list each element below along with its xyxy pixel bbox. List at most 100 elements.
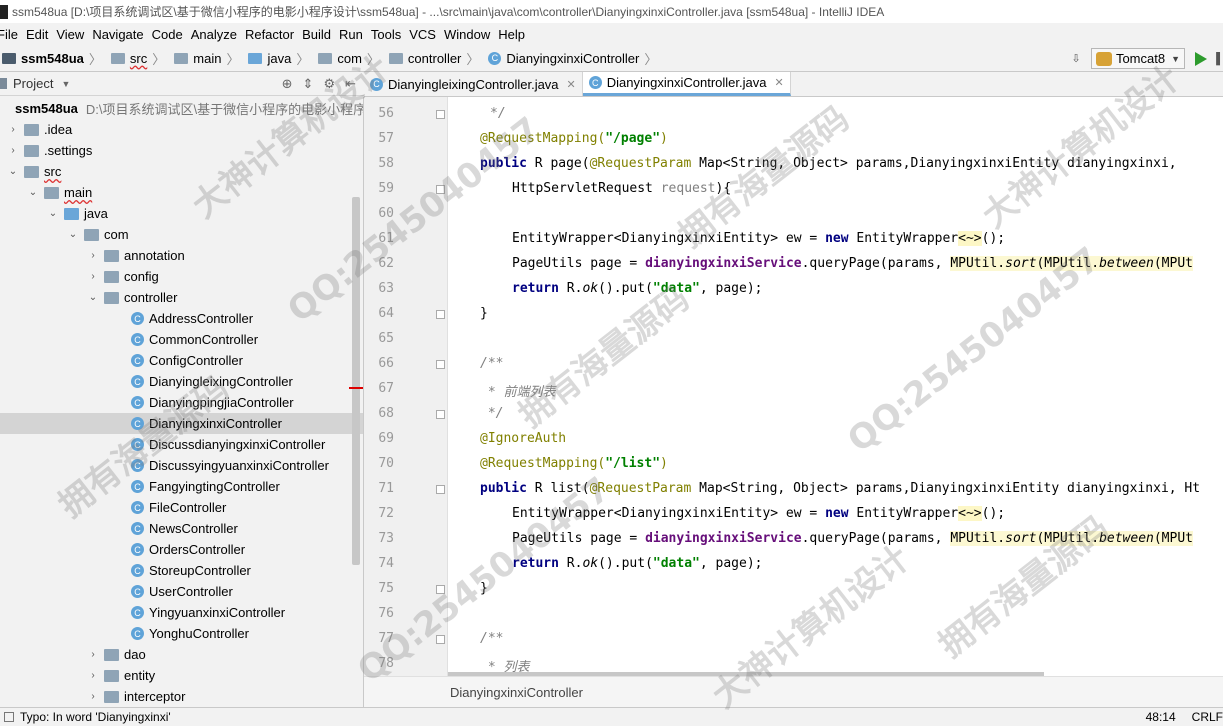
menu-edit[interactable]: Edit [22,27,52,42]
tab-dianyingleixing[interactable]: C DianyingleixingController.java ✕ [364,72,583,96]
menu-file[interactable]: File [0,27,22,42]
code-line: @RequestMapping("/list") [480,456,668,471]
breadcrumb-class[interactable]: C DianyingxinxiController 〉 [486,49,664,68]
tree-class-item[interactable]: C YonghuController [0,623,363,644]
menu-help[interactable]: Help [494,27,529,42]
menu-window[interactable]: Window [440,27,494,42]
breadcrumb-controller[interactable]: controller 〉 [387,49,486,68]
menu-run[interactable]: Run [335,27,367,42]
breadcrumb-src[interactable]: src 〉 [109,49,172,68]
class-icon: C [131,564,144,577]
tree-class-item[interactable]: C AddressController [0,308,363,329]
close-icon[interactable]: ✕ [567,78,576,91]
tree-class-item[interactable]: C DianyingpingjiaController [0,392,363,413]
class-icon: C [131,459,144,472]
class-icon: C [131,438,144,451]
debug-icon[interactable]: ▌ [1216,52,1223,66]
code-line: @IgnoreAuth [480,431,567,446]
menu-tools[interactable]: Tools [367,27,405,42]
tree-item-annotation[interactable]: › annotation [0,245,363,266]
package-icon [104,669,119,682]
tree-item-java[interactable]: ⌄ java [0,203,363,224]
tree-scrollbar[interactable] [352,197,360,565]
chevron-down-icon: ▼ [61,78,71,89]
code-line: public R list(@RequestParam Map<String, … [480,481,1201,496]
tree-class-item[interactable]: C CommonController [0,329,363,350]
code-editor[interactable]: 56 57 58 59 60 61 62 63 64 65 66 67 68 6… [364,97,1223,676]
tree-root[interactable]: ssm548ua D:\项目系统调试区\基于微信小程序的电影小程序设 [0,98,363,119]
class-icon: C [131,627,144,640]
editor-breadcrumb: DianyingxinxiController [364,676,1223,707]
folder-icon [44,186,59,199]
tree-item-dao[interactable]: › dao [0,644,363,665]
tree-item-src[interactable]: ⌄ src [0,161,363,182]
tree-class-item[interactable]: C ConfigController [0,350,363,371]
package-icon [388,52,403,64]
chevron-down-icon: ⌄ [88,292,98,303]
class-icon: C [131,312,144,325]
code-line: } [480,306,488,321]
tree-item-com[interactable]: ⌄ com [0,224,363,245]
tree-class-item[interactable]: C StoreupController [0,560,363,581]
breadcrumb-com[interactable]: com 〉 [316,49,387,68]
package-icon [104,249,119,262]
class-icon: C [131,501,144,514]
tree-item-main[interactable]: ⌄ main [0,182,363,203]
breadcrumb-main[interactable]: main 〉 [172,49,246,68]
line-separator[interactable]: CRLF [1192,710,1223,724]
class-icon: C [131,522,144,535]
project-tree: ssm548ua D:\项目系统调试区\基于微信小程序的电影小程序设 › .id… [0,97,364,707]
window-title-bar: ssm548ua [D:\项目系统调试区\基于微信小程序的电影小程序设计\ssm… [0,0,1223,23]
tree-class-item[interactable]: C NewsController [0,518,363,539]
menu-code[interactable]: Code [148,27,187,42]
code-line: HttpServletRequest request){ [512,181,732,196]
tool-windows-icon[interactable] [4,712,14,722]
tree-class-item-selected[interactable]: C DianyingxinxiController [0,413,363,434]
collapse-icon[interactable]: ⇕ [303,76,314,92]
class-icon: C [131,417,144,430]
hide-panel-icon[interactable]: ⇤ [345,76,356,92]
project-view-selector[interactable]: Project ▼ [0,76,70,91]
gear-icon[interactable]: ⚙ [323,76,335,92]
breadcrumb-java[interactable]: java 〉 [246,49,316,68]
menu-build[interactable]: Build [298,27,335,42]
chevron-right-icon: › [11,145,15,156]
close-icon[interactable]: ✕ [774,76,783,89]
editor-breadcrumb-class[interactable]: DianyingxinxiController [450,685,583,700]
tree-item-interceptor[interactable]: › interceptor [0,686,363,707]
run-config-select[interactable]: Tomcat8 ▼ [1090,48,1185,69]
menu-vcs[interactable]: VCS [405,27,440,42]
menu-analyze[interactable]: Analyze [187,27,241,42]
tomcat-icon [1095,51,1112,66]
tree-item-controller[interactable]: ⌄ controller [0,287,363,308]
tree-class-item[interactable]: C DiscussdianyingxinxiController [0,434,363,455]
menu-view[interactable]: View [52,27,88,42]
tree-class-item[interactable]: C FangyingtingController [0,476,363,497]
caret-position[interactable]: 48:14 [1146,710,1176,724]
breadcrumb-project[interactable]: ssm548ua 〉 [0,49,109,68]
code-line: @RequestMapping("/page") [480,131,668,146]
tab-dianyingxinxi[interactable]: C DianyingxinxiController.java ✕ [582,72,791,96]
class-icon: C [131,396,144,409]
chevron-right-icon: 〉 [88,51,102,67]
class-icon: C [131,480,144,493]
build-icon[interactable]: ⇩ [1069,52,1083,66]
project-icon [0,78,7,89]
tree-class-item[interactable]: C FileController [0,497,363,518]
menu-navigate[interactable]: Navigate [88,27,147,42]
tree-class-item[interactable]: C DiscussyingyuanxinxiController [0,455,363,476]
locate-icon[interactable]: ⊕ [282,76,293,92]
tree-item-idea[interactable]: › .idea [0,119,363,140]
tree-class-item[interactable]: C DianyingleixingController [0,371,363,392]
code-area[interactable]: */ @RequestMapping("/page") public R pag… [364,97,1223,676]
chevron-down-icon: ⌄ [8,166,18,177]
tree-class-item[interactable]: C OrdersController [0,539,363,560]
tree-class-item[interactable]: C UserController [0,581,363,602]
editor-tab-bar: C DianyingleixingController.java ✕ C Dia… [364,72,1223,97]
tree-item-settings[interactable]: › .settings [0,140,363,161]
run-icon[interactable] [1195,51,1207,66]
tree-class-item[interactable]: C YingyuanxinxiController [0,602,363,623]
tree-item-entity[interactable]: › entity [0,665,363,686]
menu-refactor[interactable]: Refactor [241,27,298,42]
tree-item-config[interactable]: › config [0,266,363,287]
